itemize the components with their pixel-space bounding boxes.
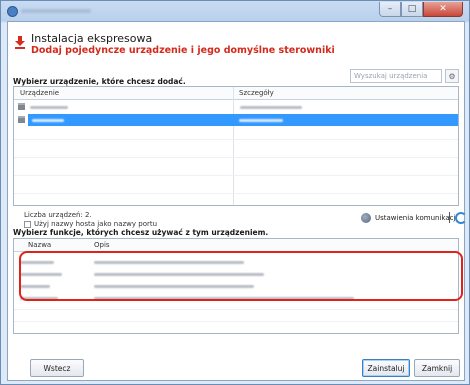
settings-gear-icon bbox=[361, 213, 371, 223]
device-count: Liczba urządzeń: 2. bbox=[24, 211, 92, 219]
printer-icon bbox=[18, 116, 25, 123]
dialog-header: Instalacja ekspresowa Dodaj pojedyncze u… bbox=[8, 22, 464, 70]
install-button[interactable]: Zainstaluj bbox=[362, 359, 410, 377]
search-icon: ⚙ bbox=[448, 71, 456, 81]
device-select-prompt: Wybierz urządzenie, które chcesz dodać. bbox=[13, 77, 186, 86]
checkbox-box[interactable] bbox=[24, 220, 31, 228]
window-title-redacted bbox=[21, 9, 91, 13]
device-name-redacted bbox=[30, 106, 68, 109]
device-name-redacted bbox=[32, 119, 64, 122]
printer-icon bbox=[18, 103, 25, 110]
column-header-description[interactable]: Opis bbox=[94, 241, 110, 249]
communication-settings-link[interactable]: Ustawienia komunikacji bbox=[361, 213, 457, 223]
back-button[interactable]: Wstecz bbox=[30, 359, 84, 377]
column-header-device[interactable]: Urządzenie bbox=[20, 89, 59, 97]
device-row[interactable] bbox=[14, 101, 458, 113]
window-controls: – □ ✕ bbox=[379, 2, 463, 17]
device-table: Urządzenie Szczegóły bbox=[13, 86, 459, 206]
highlight-annotation bbox=[19, 251, 463, 301]
device-row-selected[interactable] bbox=[18, 114, 458, 126]
app-icon bbox=[7, 6, 18, 17]
maximize-button[interactable]: □ bbox=[401, 2, 423, 17]
dialog-body: Instalacja ekspresowa Dodaj pojedyncze u… bbox=[7, 21, 467, 381]
column-header-name[interactable]: Nazwa bbox=[28, 241, 51, 249]
device-details-redacted bbox=[239, 119, 283, 122]
search-input[interactable]: Wyszukaj urządzenia bbox=[350, 69, 442, 83]
device-details-redacted bbox=[240, 106, 302, 109]
hostname-port-checkbox[interactable]: Użyj nazwy hosta jako nazwy portu bbox=[24, 220, 157, 228]
refresh-icon bbox=[455, 212, 467, 224]
search-button[interactable]: ⚙ bbox=[445, 69, 459, 83]
refresh-button[interactable] bbox=[454, 211, 467, 224]
device-table-header: Urządzenie Szczegóły bbox=[14, 87, 458, 100]
column-header-details[interactable]: Szczegóły bbox=[239, 89, 274, 97]
installer-window: – □ ✕ Instalacja ekspresowa Dodaj pojedy… bbox=[0, 0, 470, 385]
close-button[interactable]: Zamknij bbox=[414, 359, 460, 377]
page-subtitle: Dodaj pojedyncze urządzenie i jego domyś… bbox=[31, 45, 335, 56]
maximize-icon: □ bbox=[407, 4, 417, 14]
title-bar: – □ ✕ bbox=[1, 1, 469, 21]
communication-settings-label: Ustawienia komunikacji bbox=[375, 214, 458, 222]
page-title: Instalacja ekspresowa bbox=[31, 32, 153, 45]
minimize-button[interactable]: – bbox=[379, 2, 401, 17]
minimize-icon: – bbox=[387, 4, 393, 14]
hostname-port-label: Użyj nazwy hosta jako nazwy portu bbox=[34, 220, 158, 228]
function-select-prompt: Wybierz funkcje, których chcesz używać z… bbox=[13, 228, 269, 237]
download-icon bbox=[15, 36, 25, 49]
toolbar-divider bbox=[449, 212, 450, 223]
close-icon: ✕ bbox=[439, 4, 447, 14]
close-window-button[interactable]: ✕ bbox=[423, 2, 463, 17]
